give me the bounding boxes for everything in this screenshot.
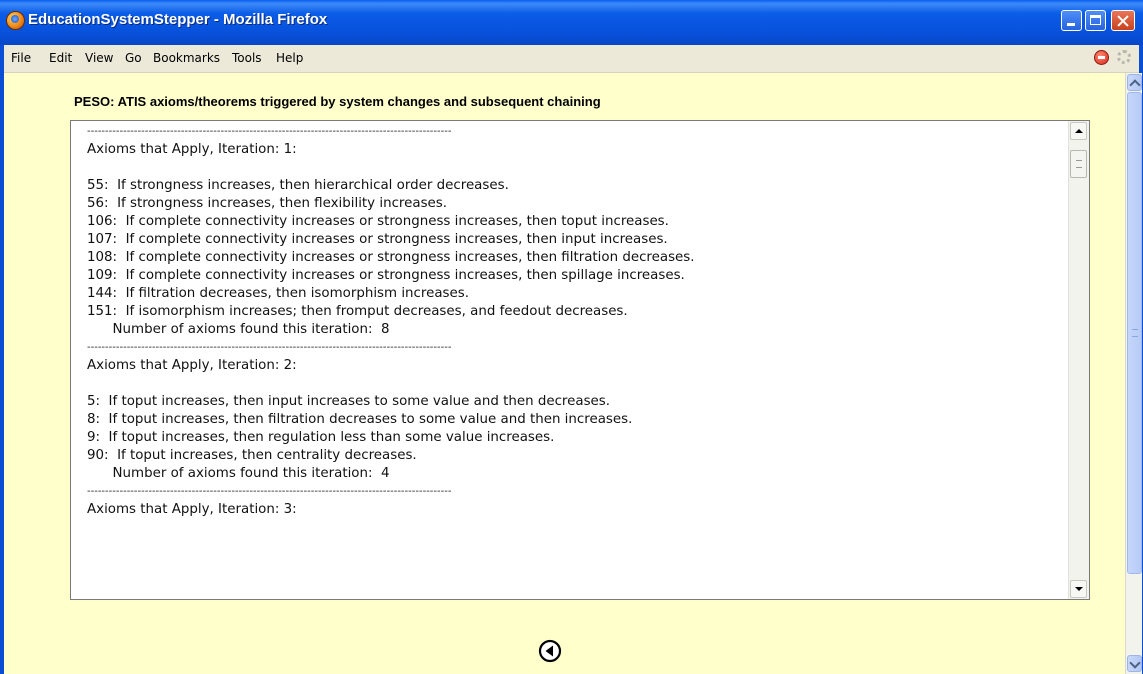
text-line: 9: If toput increases, then regulation l… <box>87 430 555 445</box>
text-line: 144: If filtration decreases, then isomo… <box>87 286 469 301</box>
page-scroll-up-icon[interactable] <box>1127 74 1142 91</box>
firefox-icon[interactable] <box>6 11 25 30</box>
page-heading: PESO: ATIS axioms/theorems triggered by … <box>74 94 601 109</box>
menu-bar: File Edit View Go Bookmarks Tools Help <box>4 45 1139 73</box>
text-line: 56: If strongness increases, then flexib… <box>87 196 448 211</box>
menu-go[interactable]: Go <box>125 51 142 65</box>
menu-file[interactable]: File <box>11 51 31 65</box>
text-line: 8: If toput increases, then filtration d… <box>87 412 633 427</box>
textarea-scrollbar[interactable] <box>1068 121 1089 599</box>
minimize-button[interactable] <box>1061 10 1082 31</box>
title-bar[interactable]: EducationSystemStepper - Mozilla Firefox <box>0 0 1143 45</box>
text-line <box>87 159 1067 177</box>
menu-edit[interactable]: Edit <box>49 51 72 65</box>
axioms-output-text: ----------------------------------------… <box>87 123 1067 519</box>
scroll-down-arrow-icon[interactable] <box>1070 580 1087 598</box>
text-line: 90: If toput increases, then centrality … <box>87 448 417 463</box>
text-line: Axioms that Apply, Iteration: 2: <box>87 358 297 373</box>
circled-arrow-left-icon[interactable] <box>538 639 562 663</box>
text-line: 106: If complete connectivity increases … <box>87 214 669 229</box>
menu-view[interactable]: View <box>85 51 113 65</box>
separator-line: ----------------------------------------… <box>87 342 452 353</box>
menu-bookmarks[interactable]: Bookmarks <box>153 51 220 65</box>
text-line: 55: If strongness increases, then hierar… <box>87 178 509 193</box>
page-scrollbar[interactable] <box>1125 73 1142 674</box>
separator-line: ----------------------------------------… <box>87 126 452 137</box>
page-scroll-down-icon[interactable] <box>1127 655 1142 672</box>
text-line <box>87 375 1067 393</box>
text-line: 5: If toput increases, then input increa… <box>87 394 611 409</box>
menu-help[interactable]: Help <box>276 51 303 65</box>
stop-icon[interactable] <box>1094 50 1109 65</box>
text-line: Axioms that Apply, Iteration: 3: <box>87 502 297 517</box>
separator-line: ----------------------------------------… <box>87 486 452 497</box>
menu-tools[interactable]: Tools <box>232 51 262 65</box>
text-line: 107: If complete connectivity increases … <box>87 232 668 247</box>
window-title: EducationSystemStepper - Mozilla Firefox <box>28 11 328 28</box>
page-content: PESO: ATIS axioms/theorems triggered by … <box>4 73 1125 674</box>
browser-window: EducationSystemStepper - Mozilla Firefox… <box>0 0 1143 674</box>
text-line: 108: If complete connectivity increases … <box>87 250 695 265</box>
text-line: Number of axioms found this iteration: 4 <box>87 466 390 481</box>
maximize-button[interactable] <box>1085 10 1106 31</box>
text-line: Number of axioms found this iteration: 8 <box>87 322 390 337</box>
scroll-up-arrow-icon[interactable] <box>1070 122 1087 140</box>
text-line: Axioms that Apply, Iteration: 1: <box>87 142 297 157</box>
throbber-icon <box>1117 50 1131 64</box>
text-line: 109: If complete connectivity increases … <box>87 268 685 283</box>
text-line: 151: If isomorphism increases; then from… <box>87 304 628 319</box>
close-button[interactable] <box>1111 10 1135 31</box>
page-scroll-thumb[interactable] <box>1127 92 1142 574</box>
textarea-scroll-thumb[interactable] <box>1070 150 1087 178</box>
axioms-output-textarea[interactable]: ----------------------------------------… <box>70 120 1090 600</box>
